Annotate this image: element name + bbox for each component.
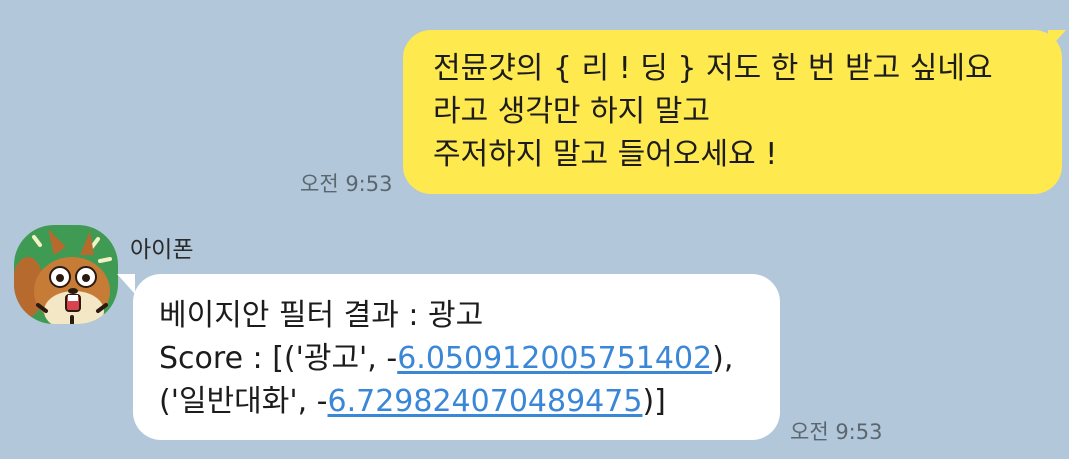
- incoming-bubble-tail: [117, 274, 135, 294]
- message-line: 베이지안 필터 결과 : 광고: [159, 298, 484, 333]
- incoming-message-bubble[interactable]: 베이지안 필터 결과 : 광고 Score : [('광고', -6.05091…: [133, 274, 780, 440]
- sender-name: 아이폰: [130, 237, 194, 263]
- squirrel-icon: [14, 225, 118, 324]
- message-timestamp: 오전 9:53: [300, 172, 393, 196]
- score-link[interactable]: 6.050912005751402: [397, 341, 712, 376]
- score-text: Score : [('광고', -: [159, 341, 398, 376]
- score-text: )]: [642, 384, 666, 419]
- message-line: 전뮨걋의 { 리 ! 딩 } 저도 한 번 받고 싶네요: [433, 51, 993, 86]
- message-timestamp: 오전 9:53: [790, 420, 883, 444]
- score-text: ('일반대화', -: [159, 384, 328, 419]
- message-line: 라고 생각만 하지 말고: [433, 94, 711, 129]
- outgoing-message-bubble[interactable]: 전뮨걋의 { 리 ! 딩 } 저도 한 번 받고 싶네요 라고 생각만 하지 말…: [403, 30, 1062, 194]
- score-link[interactable]: 6.729824070489475: [328, 384, 643, 419]
- message-line: Score : [('광고', -6.050912005751402),: [159, 337, 770, 380]
- score-text: ),: [712, 341, 734, 376]
- avatar[interactable]: [14, 225, 118, 324]
- message-line: ('일반대화', -6.729824070489475)]: [159, 380, 770, 423]
- message-line: 주저하지 말고 들어오세요 !: [433, 137, 778, 172]
